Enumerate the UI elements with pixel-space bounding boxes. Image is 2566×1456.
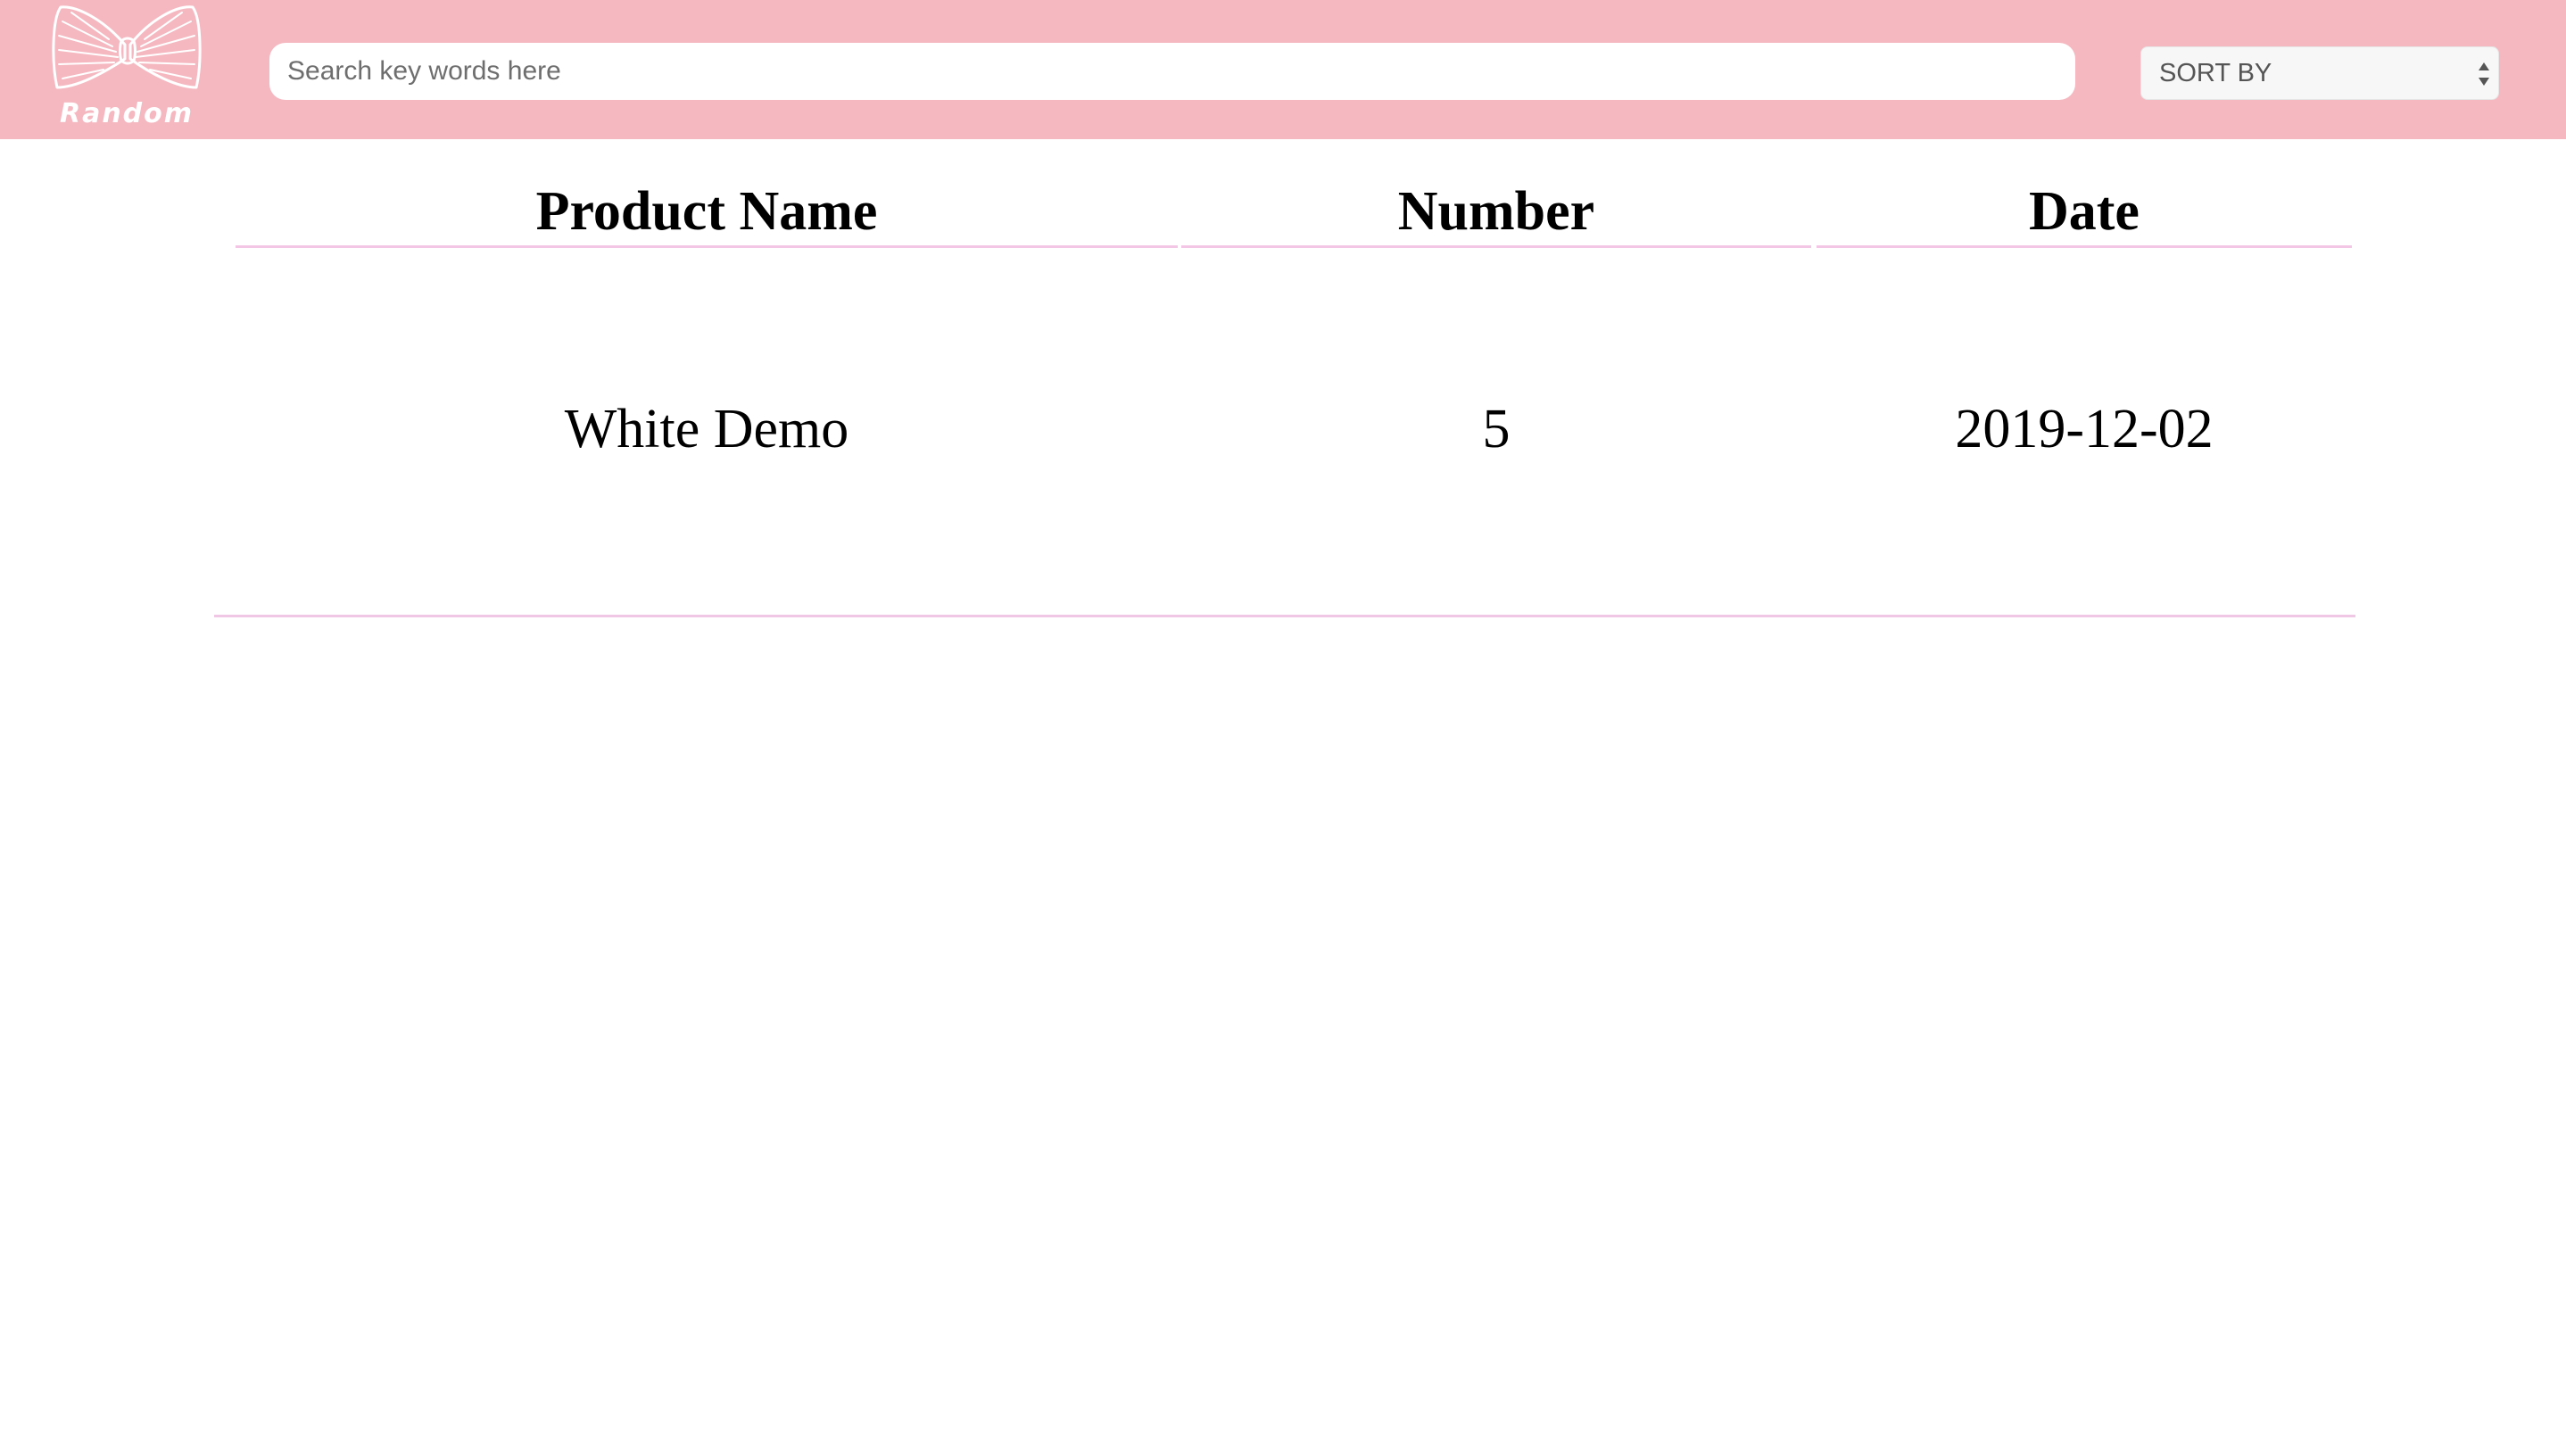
sort-arrows-icon — [2479, 62, 2489, 86]
header-divider — [1181, 245, 1811, 248]
row-divider — [214, 615, 2355, 617]
column-header-date[interactable]: Date — [1817, 175, 2352, 248]
column-header-number[interactable]: Number — [1181, 175, 1811, 248]
sort-by-select[interactable]: SORT BY — [2140, 46, 2499, 100]
column-header-product-name[interactable]: Product Name — [236, 175, 1178, 248]
search-input[interactable] — [269, 43, 2075, 100]
cell-date: 2019-12-02 — [1955, 399, 2214, 459]
header-divider — [1817, 245, 2352, 248]
bow-tie-icon — [52, 5, 202, 89]
logo-text: Random — [59, 98, 195, 129]
top-bar: Random SORT BY — [0, 0, 2566, 139]
header-divider — [236, 245, 1178, 248]
cell-product-name: White Demo — [564, 399, 849, 459]
sort-by-label: SORT BY — [2159, 59, 2272, 87]
cell-number: 5 — [1482, 399, 1511, 459]
logo[interactable]: Random — [50, 2, 203, 136]
